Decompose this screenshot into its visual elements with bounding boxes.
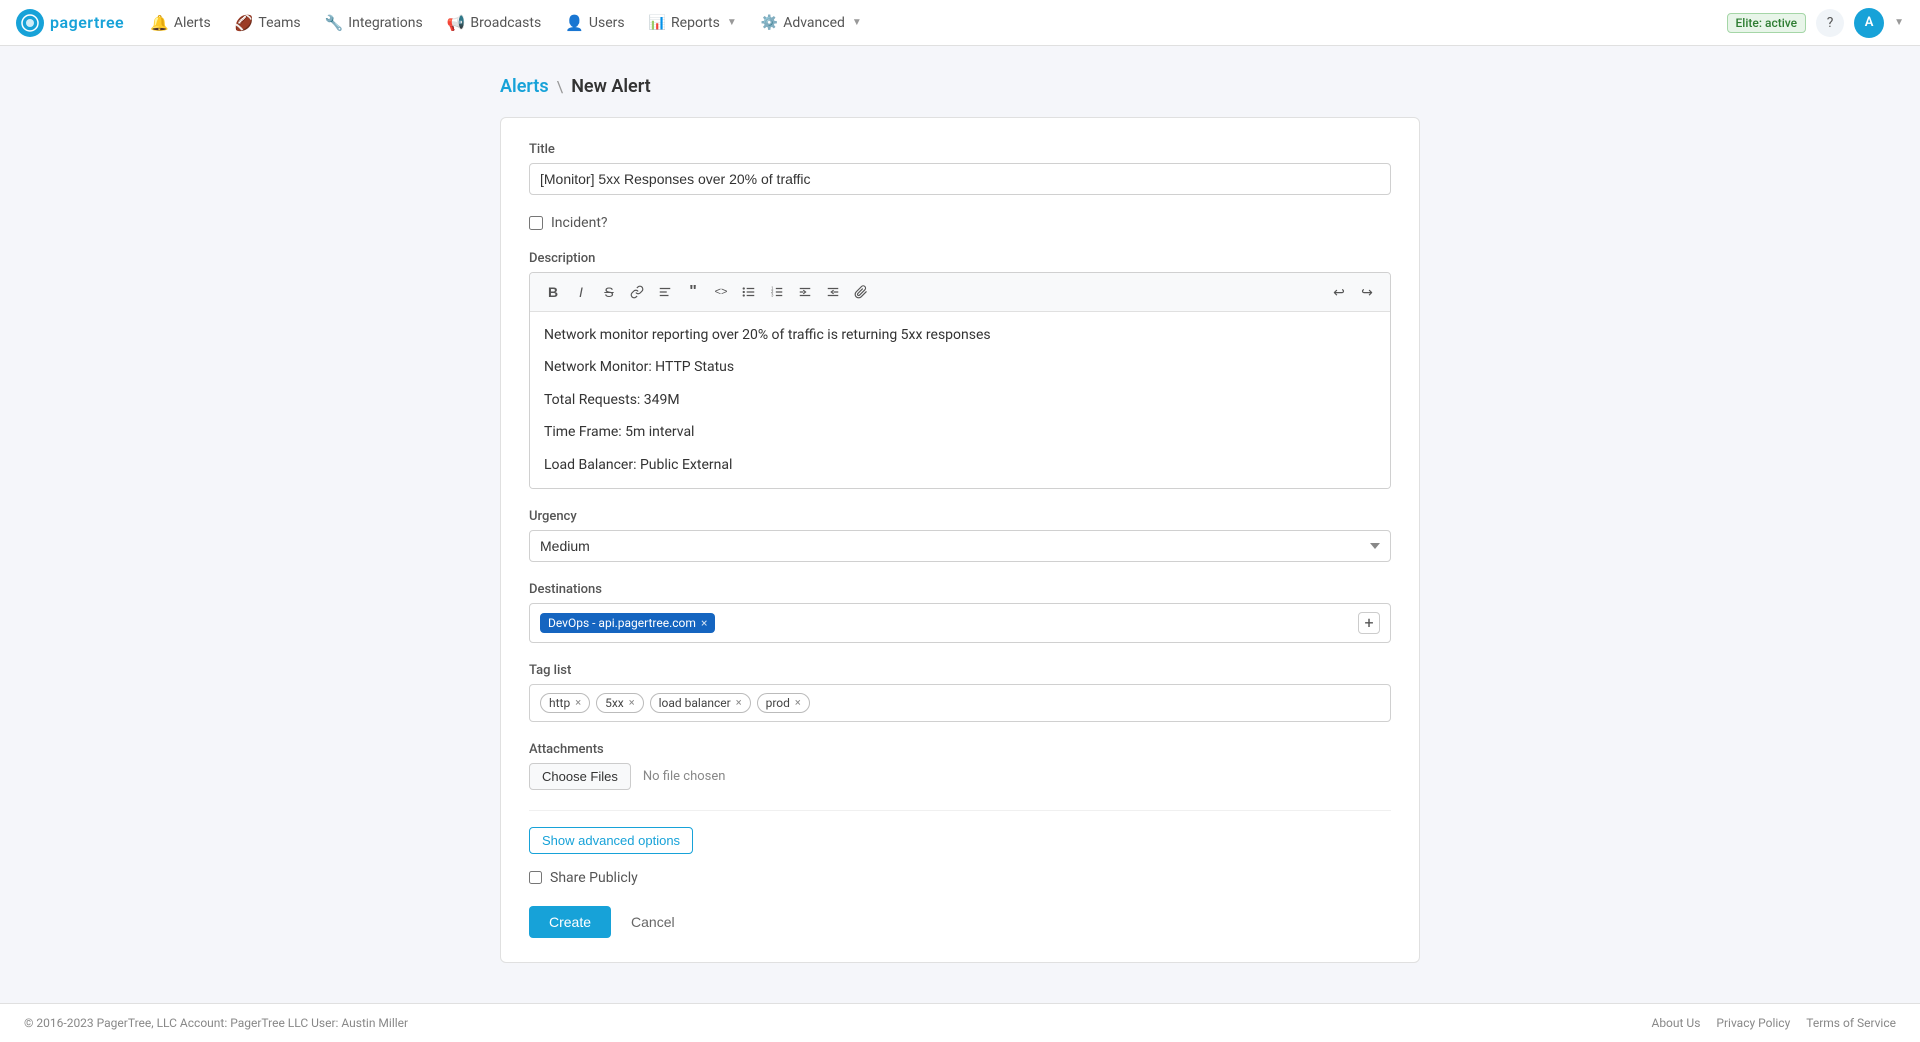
toolbar-italic-button[interactable]: I xyxy=(568,279,594,305)
cancel-button[interactable]: Cancel xyxy=(621,906,685,938)
description-editor: B I S " <> 123 xyxy=(529,272,1391,489)
breadcrumb-alerts-link[interactable]: Alerts xyxy=(500,76,549,97)
toolbar-undo-button[interactable]: ↩ xyxy=(1326,279,1352,305)
tag-remove-3[interactable]: × xyxy=(795,696,801,709)
svg-text:3: 3 xyxy=(771,293,774,298)
incident-label: Incident? xyxy=(551,215,608,231)
title-input[interactable] xyxy=(529,163,1391,195)
user-avatar[interactable]: A xyxy=(1854,8,1884,38)
create-button[interactable]: Create xyxy=(529,906,611,938)
toolbar-outdent-button[interactable] xyxy=(820,279,846,305)
tag-remove-2[interactable]: × xyxy=(736,696,742,709)
toolbar-align-button[interactable] xyxy=(652,279,678,305)
destinations-add-button[interactable]: + xyxy=(1358,612,1380,634)
share-publicly-checkbox[interactable] xyxy=(529,871,542,884)
advanced-icon: ⚙️ xyxy=(761,15,778,31)
attachments-label: Attachments xyxy=(529,742,1391,757)
choose-files-button[interactable]: Choose Files xyxy=(529,763,631,790)
footer-copyright: © 2016-2023 PagerTree, LLC Account: Page… xyxy=(24,1016,408,1030)
tag-remove-1[interactable]: × xyxy=(629,696,635,709)
destinations-box: DevOps - api.pagertree.com × + xyxy=(529,603,1391,643)
attachments-group: Attachments Choose Files No file chosen xyxy=(529,742,1391,790)
tag-list-group: Tag list http × 5xx × load balancer × pr… xyxy=(529,663,1391,722)
elite-badge: Elite: active xyxy=(1727,13,1807,33)
toolbar-attach-button[interactable] xyxy=(848,279,874,305)
nav-teams[interactable]: 🏈 Teams xyxy=(225,10,311,36)
avatar-chevron-icon: ▼ xyxy=(1894,17,1904,28)
breadcrumb-current: New Alert xyxy=(571,76,651,97)
nav-advanced[interactable]: ⚙️ Advanced ▼ xyxy=(751,11,872,35)
navbar: pagertree 🔔 Alerts 🏈 Teams 🔧 Integration… xyxy=(0,0,1920,46)
nav-reports[interactable]: 📊 Reports ▼ xyxy=(639,11,747,35)
new-alert-form: Title Incident? Description B I S xyxy=(500,117,1420,963)
nav-integrations[interactable]: 🔧 Integrations xyxy=(315,10,433,36)
destinations-label: Destinations xyxy=(529,582,1391,597)
toolbar-bold-button[interactable]: B xyxy=(540,279,566,305)
breadcrumb-separator: \ xyxy=(557,77,564,96)
breadcrumb: Alerts \ New Alert xyxy=(500,76,1420,97)
footer: © 2016-2023 PagerTree, LLC Account: Page… xyxy=(0,1003,1920,1042)
tag-item-3: prod × xyxy=(757,693,810,713)
alerts-icon: 🔔 xyxy=(150,14,169,32)
destination-tag-0: DevOps - api.pagertree.com × xyxy=(540,613,715,633)
tag-item-2: load balancer × xyxy=(650,693,751,713)
brand-name: pagertree xyxy=(50,13,124,32)
toolbar-link-button[interactable] xyxy=(624,279,650,305)
footer-tos-link[interactable]: Terms of Service xyxy=(1806,1016,1896,1030)
title-label: Title xyxy=(529,142,1391,157)
brand-logo[interactable]: pagertree xyxy=(16,9,124,37)
description-label: Description xyxy=(529,251,1391,266)
reports-chevron-icon: ▼ xyxy=(727,17,737,28)
description-group: Description B I S " <> xyxy=(529,251,1391,489)
attachments-row: Choose Files No file chosen xyxy=(529,763,1391,790)
teams-icon: 🏈 xyxy=(235,14,254,32)
toolbar-code-button[interactable]: <> xyxy=(708,279,734,305)
urgency-select[interactable]: Low Medium High Critical xyxy=(529,530,1391,562)
brand-logo-icon xyxy=(16,9,44,37)
destinations-group: Destinations DevOps - api.pagertree.com … xyxy=(529,582,1391,643)
help-button[interactable]: ? xyxy=(1816,9,1844,37)
no-file-label: No file chosen xyxy=(643,769,726,784)
form-divider xyxy=(529,810,1391,811)
footer-about-link[interactable]: About Us xyxy=(1651,1016,1700,1030)
title-group: Title xyxy=(529,142,1391,195)
form-actions: Create Cancel xyxy=(529,906,1391,938)
tag-remove-0[interactable]: × xyxy=(575,696,581,709)
urgency-label: Urgency xyxy=(529,509,1391,524)
integrations-icon: 🔧 xyxy=(325,14,344,32)
editor-toolbar: B I S " <> 123 xyxy=(530,273,1390,312)
share-publicly-label: Share Publicly xyxy=(550,870,638,886)
tag-list-label: Tag list xyxy=(529,663,1391,678)
advanced-chevron-icon: ▼ xyxy=(852,17,862,28)
toolbar-strikethrough-button[interactable]: S xyxy=(596,279,622,305)
nav-users[interactable]: 👤 Users xyxy=(555,10,634,36)
urgency-group: Urgency Low Medium High Critical xyxy=(529,509,1391,562)
reports-icon: 📊 xyxy=(649,15,666,31)
broadcasts-icon: 📢 xyxy=(447,14,466,32)
footer-links: About Us Privacy Policy Terms of Service xyxy=(1651,1016,1896,1030)
toolbar-quote-button[interactable]: " xyxy=(680,279,706,305)
main-content: Alerts \ New Alert Title Incident? Descr… xyxy=(480,46,1440,1003)
tag-item-0: http × xyxy=(540,693,590,713)
incident-checkbox[interactable] xyxy=(529,216,543,230)
show-advanced-button[interactable]: Show advanced options xyxy=(529,827,693,854)
users-icon: 👤 xyxy=(565,14,584,32)
toolbar-bullet-button[interactable] xyxy=(736,279,762,305)
share-publicly-row: Share Publicly xyxy=(529,870,1391,886)
nav-alerts[interactable]: 🔔 Alerts xyxy=(140,10,221,36)
incident-row: Incident? xyxy=(529,215,1391,231)
toolbar-redo-button[interactable]: ↪ xyxy=(1354,279,1380,305)
nav-broadcasts[interactable]: 📢 Broadcasts xyxy=(437,10,552,36)
tag-item-1: 5xx × xyxy=(596,693,644,713)
footer-privacy-link[interactable]: Privacy Policy xyxy=(1716,1016,1790,1030)
toolbar-indent-button[interactable] xyxy=(792,279,818,305)
description-content[interactable]: Network monitor reporting over 20% of tr… xyxy=(530,312,1390,488)
toolbar-ordered-button[interactable]: 123 xyxy=(764,279,790,305)
tags-box: http × 5xx × load balancer × prod × xyxy=(529,684,1391,722)
destination-remove-button-0[interactable]: × xyxy=(701,616,707,630)
